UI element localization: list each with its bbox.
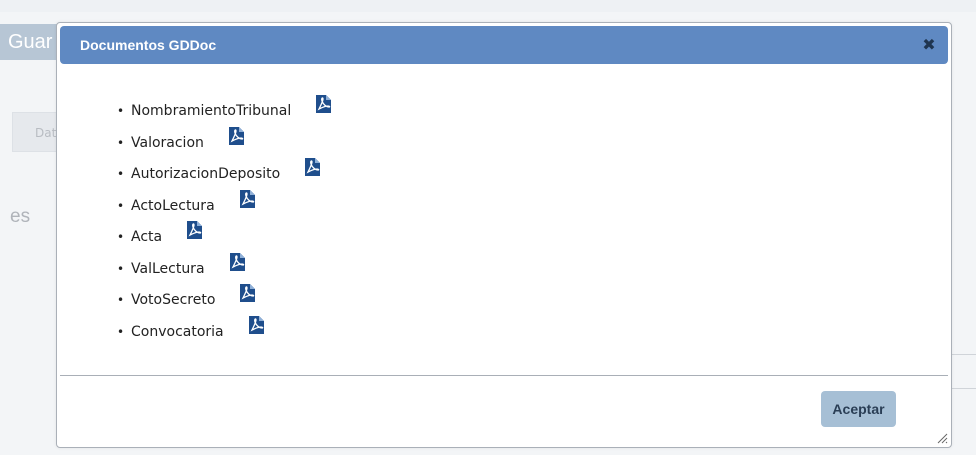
document-label: NombramientoTribunal xyxy=(131,103,292,119)
pdf-icon[interactable] xyxy=(184,220,204,240)
bullet: • xyxy=(117,135,125,150)
close-icon[interactable]: ✖ xyxy=(920,36,938,54)
accept-button[interactable]: Aceptar xyxy=(821,391,896,427)
pdf-icon[interactable] xyxy=(227,252,247,272)
document-list-item: • Valoracion xyxy=(117,126,333,163)
document-label: Convocatoria xyxy=(131,323,224,340)
background-divider xyxy=(950,354,976,355)
document-label: AutorizacionDeposito xyxy=(131,166,281,182)
background-top-bar xyxy=(0,0,976,12)
bullet: • xyxy=(117,293,125,307)
document-list-item: • Acta xyxy=(117,221,333,257)
pdf-icon[interactable] xyxy=(302,157,322,177)
pdf-icon[interactable] xyxy=(313,94,333,114)
document-label: ValLectura xyxy=(131,260,205,277)
documents-dialog: Documentos GDDoc ✖ • NombramientoTribunal… xyxy=(56,22,952,448)
pdf-icon[interactable] xyxy=(226,126,246,146)
document-list-item: • ActoLectura xyxy=(117,189,333,226)
document-list-item: • VotoSecreto xyxy=(117,284,333,320)
bullet: • xyxy=(117,230,125,244)
dialog-titlebar[interactable]: Documentos GDDoc ✖ xyxy=(60,26,948,64)
document-label: ActoLectura xyxy=(131,197,215,214)
dialog-title: Documentos GDDoc xyxy=(80,37,217,53)
background-heading: es xyxy=(10,206,31,227)
pdf-icon[interactable] xyxy=(246,315,266,335)
document-list-item: • ValLectura xyxy=(117,252,333,289)
dialog-footer-divider xyxy=(60,375,948,376)
document-list-item: • Convocatoria xyxy=(117,315,333,352)
bullet: • xyxy=(117,198,125,213)
pdf-icon[interactable] xyxy=(237,189,257,209)
background-save-button: Guar xyxy=(0,24,60,60)
resize-grip-icon[interactable] xyxy=(936,432,948,444)
background-divider xyxy=(950,388,976,389)
document-label: VotoSecreto xyxy=(131,292,216,308)
bullet: • xyxy=(117,167,125,181)
document-list: • NombramientoTribunal • Valoracion • Autoriz… xyxy=(117,95,333,352)
document-label: Valoracion xyxy=(131,134,204,151)
document-list-item: • AutorizacionDeposito xyxy=(117,158,333,194)
background-tab: Dat xyxy=(12,112,62,152)
bullet: • xyxy=(117,324,125,339)
document-label: Acta xyxy=(131,229,163,245)
bullet: • xyxy=(117,261,125,276)
bullet: • xyxy=(117,104,125,118)
pdf-icon[interactable] xyxy=(237,283,257,303)
